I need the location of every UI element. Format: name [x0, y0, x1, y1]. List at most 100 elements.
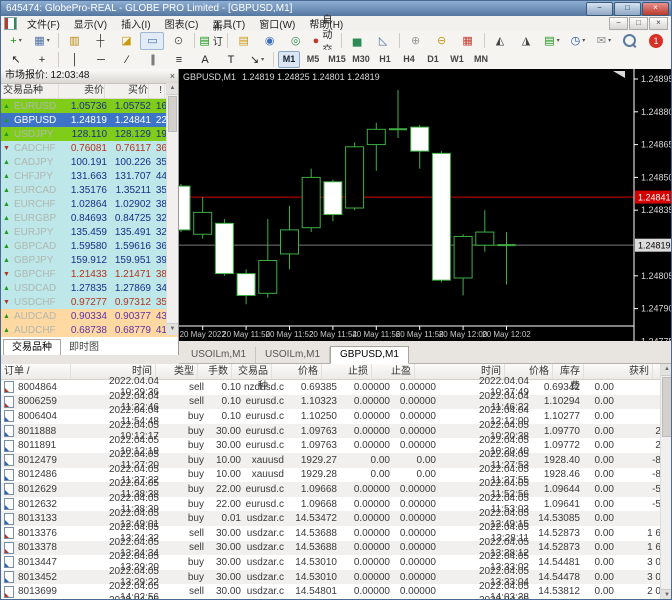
- quotes-button[interactable]: ▤: [232, 32, 256, 50]
- market-watch-row[interactable]: ▲USDCAD1.278351.2786934: [1, 281, 178, 295]
- market-watch-row[interactable]: ▲GBPJPY159.912159.95139: [1, 253, 178, 267]
- market-watch-row[interactable]: ▼USDCHF0.972770.9731235: [1, 295, 178, 309]
- text-label-button[interactable]: T: [219, 51, 243, 69]
- market-watch-row[interactable]: ▲USDJPY128.110128.12919: [1, 127, 178, 141]
- notifications-button[interactable]: 1: [644, 32, 668, 50]
- orders-column-header-3[interactable]: 手数: [198, 364, 232, 379]
- orders-column-header-2[interactable]: 类型: [156, 364, 198, 379]
- menu-item-3[interactable]: 图表(C): [158, 16, 206, 31]
- chart-tab-1[interactable]: USOILm,M1: [256, 347, 330, 363]
- menu-item-5[interactable]: 窗口(W): [252, 16, 302, 31]
- new-order-button[interactable]: ▤新订单: [199, 32, 223, 50]
- column-header-symbol[interactable]: 交易品种: [1, 84, 59, 98]
- orders-column-header-5[interactable]: 价格: [272, 364, 322, 379]
- profiles-button[interactable]: ▦▾: [30, 32, 54, 50]
- crosshair-tool-button[interactable]: +: [30, 51, 54, 69]
- menu-item-2[interactable]: 插入(I): [114, 16, 157, 31]
- orders-column-header-4[interactable]: 交易品种: [232, 364, 272, 379]
- market-watch-header[interactable]: 市场报价: 12:03:48 ×: [1, 69, 178, 84]
- market-watch-row[interactable]: ▲GBPCAD1.595801.5961636: [1, 239, 178, 253]
- orders-column-header-7[interactable]: 止盈: [372, 364, 415, 379]
- print-preview-button[interactable]: ⊙: [166, 32, 190, 50]
- timeframe-m30-button[interactable]: M30: [350, 51, 372, 68]
- scroll-up-icon[interactable]: ▲: [167, 83, 178, 95]
- add-object-button[interactable]: ▤▾: [540, 32, 564, 50]
- chart-tab-2[interactable]: GBPUSD,M1: [330, 346, 409, 364]
- child-minimize-button[interactable]: −: [609, 17, 628, 30]
- market-watch-row[interactable]: ▲EURCHF1.028641.0290238: [1, 197, 178, 211]
- search-button[interactable]: [618, 32, 642, 50]
- timeframe-h4-button[interactable]: H4: [398, 51, 420, 68]
- market-watch-row[interactable]: ▲EURJPY135.459135.49132: [1, 225, 178, 239]
- accounts-button[interactable]: ◉: [258, 32, 282, 50]
- channel-button[interactable]: ∥: [141, 51, 165, 69]
- horizontal-line-button[interactable]: ─: [89, 51, 113, 69]
- scrollbar-thumb[interactable]: [168, 96, 177, 132]
- orders-column-header-0[interactable]: 订单 /: [1, 364, 71, 379]
- timeframe-h1-button[interactable]: H1: [374, 51, 396, 68]
- period-button[interactable]: ◷▾: [566, 32, 590, 50]
- column-header-bid[interactable]: 卖价: [59, 84, 105, 98]
- menu-item-1[interactable]: 显示(V): [67, 16, 114, 31]
- community-button[interactable]: ◎: [284, 32, 308, 50]
- market-watch-row[interactable]: ▲EURCAD1.351761.3521135: [1, 183, 178, 197]
- market-watch-scrollbar[interactable]: ▲ ▼: [166, 83, 178, 335]
- timeframe-mn-button[interactable]: MN: [470, 51, 492, 68]
- crosshair-button[interactable]: ┼: [88, 32, 112, 50]
- tile-windows-button[interactable]: ▦: [456, 32, 480, 50]
- scroll-up-icon[interactable]: ▲: [661, 364, 672, 376]
- templates-button[interactable]: ◪: [114, 32, 138, 50]
- vertical-line-button[interactable]: │: [63, 51, 87, 69]
- arrange-down-button[interactable]: ◮: [514, 32, 538, 50]
- bar-chart-mode-button[interactable]: ▥: [62, 32, 86, 50]
- scroll-down-icon[interactable]: ▼: [167, 323, 178, 335]
- column-header-spread[interactable]: !: [149, 84, 165, 98]
- market-watch-row[interactable]: ▲EURGBP0.846930.8472532: [1, 211, 178, 225]
- trendline-button[interactable]: ∕: [115, 51, 139, 69]
- market-watch-row[interactable]: ▲EURUSD1.057361.0575216: [1, 99, 178, 113]
- market-watch-tab-0[interactable]: 交易品种: [3, 339, 61, 355]
- scroll-down-icon[interactable]: ▼: [661, 589, 672, 600]
- market-watch-row[interactable]: ▲CHFJPY131.663131.70744: [1, 169, 178, 183]
- menu-item-0[interactable]: 文件(F): [20, 16, 67, 31]
- timeframe-m15-button[interactable]: M15: [326, 51, 348, 68]
- text-button[interactable]: A: [193, 51, 217, 69]
- child-close-button[interactable]: ×: [649, 17, 668, 30]
- market-watch-row[interactable]: ▼CADCHF0.760810.7611736: [1, 141, 178, 155]
- column-header-ask[interactable]: 买价: [105, 84, 149, 98]
- market-watch-tab-1[interactable]: 即时图: [61, 340, 107, 355]
- title-bar[interactable]: 645474: GlobePro-REAL - GLOBE PRO Limite…: [1, 1, 671, 16]
- market-watch-close-icon[interactable]: ×: [170, 70, 175, 82]
- market-watch-row[interactable]: ▲AUDCAD0.903340.9037743: [1, 309, 178, 323]
- timeframe-d1-button[interactable]: D1: [422, 51, 444, 68]
- child-restore-button[interactable]: □: [629, 17, 648, 30]
- orders-column-header-11[interactable]: 获利: [584, 364, 653, 379]
- terminal-scrollbar[interactable]: ▲ ▼: [660, 364, 672, 600]
- timeframe-m5-button[interactable]: M5: [302, 51, 324, 68]
- zoom-in-button[interactable]: ⊕: [404, 32, 428, 50]
- objects-button[interactable]: ◺: [371, 32, 395, 50]
- fibonacci-button[interactable]: ≡: [167, 51, 191, 69]
- market-watch-row[interactable]: ▲AUDCHF0.687380.6877941: [1, 323, 178, 337]
- arrange-up-button[interactable]: ◭: [488, 32, 512, 50]
- market-watch-row[interactable]: ▲CADJPY100.191100.22635: [1, 155, 178, 169]
- market-watch-row[interactable]: ▼GBPCHF1.214331.2147138: [1, 267, 178, 281]
- maximize-button[interactable]: □: [614, 2, 641, 16]
- indicators-button[interactable]: ▅: [345, 32, 369, 50]
- market-watch-row[interactable]: ▲GBPUSD1.248191.2484122: [1, 113, 178, 127]
- cursor-button[interactable]: ↖: [4, 51, 28, 69]
- price-chart-canvas[interactable]: 1.248951.248801.248651.248501.248351.248…: [179, 69, 672, 341]
- alerts-button[interactable]: ✉▾: [592, 32, 616, 50]
- scrollbar-thumb[interactable]: [662, 377, 672, 437]
- chart-tab-0[interactable]: USOILm,M1: [182, 347, 256, 363]
- orders-column-header-6[interactable]: 止损: [322, 364, 372, 379]
- autotrading-button[interactable]: ●自动交易: [310, 32, 337, 50]
- minimize-button[interactable]: −: [586, 2, 613, 16]
- timeframe-w1-button[interactable]: W1: [446, 51, 468, 68]
- timeframe-m1-button[interactable]: M1: [278, 51, 300, 68]
- close-button[interactable]: ×: [642, 2, 669, 16]
- chart-area[interactable]: GBPUSD,M11.24819 1.24825 1.24801 1.24819…: [179, 69, 672, 341]
- new-chart-button[interactable]: +▾: [4, 32, 28, 50]
- orders-column-header-10[interactable]: 库存费: [553, 364, 584, 379]
- arrows-button[interactable]: ↘▾: [245, 51, 269, 69]
